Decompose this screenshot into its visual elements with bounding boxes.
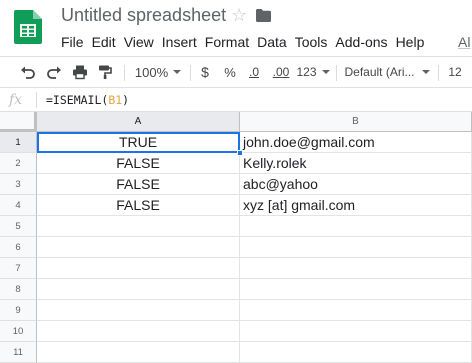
row-header[interactable]: 1	[0, 132, 37, 153]
row-header[interactable]: 9	[0, 300, 37, 321]
cell-b[interactable]	[240, 321, 472, 342]
formula-input[interactable]: =ISEMAIL(B1)	[46, 88, 129, 112]
more-formats-button[interactable]: 123	[296, 57, 330, 87]
cell-b[interactable]	[240, 279, 472, 300]
column-header-b[interactable]: B	[240, 112, 472, 132]
menu-edit[interactable]: Edit	[92, 33, 122, 51]
increase-decimal-label: .00	[272, 65, 290, 79]
print-button[interactable]	[70, 57, 90, 87]
cell-a[interactable]: TRUE	[37, 132, 240, 153]
menu-insert[interactable]: Insert	[162, 33, 203, 51]
select-all-corner[interactable]	[0, 112, 37, 132]
toolbar-separator	[438, 65, 439, 81]
star-icon[interactable]: ☆	[231, 5, 247, 25]
row-header[interactable]: 4	[0, 195, 37, 216]
cell-a[interactable]	[37, 216, 240, 237]
undo-icon	[21, 66, 35, 79]
menu-addons[interactable]: Add-ons	[335, 33, 393, 51]
cell-a[interactable]	[37, 279, 240, 300]
increase-decimal-button[interactable]: .00	[270, 57, 292, 87]
menu-bar: File Edit View Insert Format Data Tools …	[61, 33, 432, 51]
caret-down-icon	[173, 70, 182, 74]
cell-b[interactable]	[240, 342, 472, 363]
print-icon	[73, 65, 87, 80]
menu-file[interactable]: File	[61, 33, 90, 51]
undo-button[interactable]	[18, 57, 38, 87]
cell-a[interactable]: FALSE	[37, 174, 240, 195]
column-header-a[interactable]: A	[37, 112, 240, 132]
decrease-decimal-button[interactable]: .0	[243, 57, 265, 87]
font-family-value: Default (Ari...	[344, 65, 415, 79]
caret-down-icon	[421, 70, 430, 74]
cell-a[interactable]	[37, 321, 240, 342]
formula-bar-separator	[36, 92, 37, 108]
cell-b[interactable]: john.doe@gmail.com	[240, 132, 472, 153]
row-header[interactable]: 7	[0, 258, 37, 279]
percent-format-button[interactable]: %	[222, 57, 238, 87]
caret-down-icon	[321, 70, 330, 74]
font-size-select[interactable]: 12	[446, 57, 464, 87]
formula-cell-reference: B1	[108, 93, 123, 107]
cell-a[interactable]	[37, 342, 240, 363]
menu-view[interactable]: View	[124, 33, 160, 51]
paint-format-button[interactable]	[95, 57, 115, 87]
cell-b[interactable]: xyz [at] gmail.com	[240, 195, 472, 216]
document-title[interactable]: Untitled spreadsheet	[61, 5, 226, 26]
fill-handle[interactable]	[237, 150, 243, 156]
cell-b[interactable]	[240, 258, 472, 279]
paint-format-icon	[99, 65, 112, 79]
cell-a[interactable]	[37, 237, 240, 258]
menu-help[interactable]: Help	[396, 33, 431, 51]
toolbar-separator	[124, 65, 125, 81]
cell-a[interactable]: FALSE	[37, 195, 240, 216]
row-header[interactable]: 8	[0, 279, 37, 300]
row-header[interactable]: 11	[0, 342, 37, 363]
zoom-value: 100%	[134, 64, 169, 80]
sheets-logo-icon[interactable]	[14, 10, 42, 44]
folder-icon[interactable]	[256, 9, 271, 22]
cell-b[interactable]	[240, 216, 472, 237]
menu-tools[interactable]: Tools	[295, 33, 334, 51]
toolbar-separator	[336, 65, 337, 81]
font-family-select[interactable]: Default (Ari...	[344, 57, 430, 87]
cell-a[interactable]: FALSE	[37, 153, 240, 174]
last-edit-link[interactable]: Al	[458, 33, 470, 51]
menu-data[interactable]: Data	[257, 33, 293, 51]
more-formats-label: 123	[296, 65, 317, 79]
zoom-select[interactable]: 100%	[132, 57, 184, 87]
fx-icon: fx	[9, 92, 23, 108]
formula-suffix: )	[122, 93, 130, 107]
row-header[interactable]: 5	[0, 216, 37, 237]
decrease-decimal-label: .0	[248, 65, 259, 79]
redo-button[interactable]	[44, 57, 64, 87]
toolbar: 100% $ % .0 .00 123 Default (Ari... 12	[0, 57, 472, 87]
cell-a[interactable]	[37, 258, 240, 279]
row-header[interactable]: 2	[0, 153, 37, 174]
formula-prefix: =ISEMAIL(	[46, 93, 109, 107]
redo-icon	[47, 66, 61, 79]
cell-b[interactable]: Kelly.rolek	[240, 153, 472, 174]
cell-b[interactable]	[240, 237, 472, 258]
row-header[interactable]: 10	[0, 321, 37, 342]
row-header[interactable]: 6	[0, 237, 37, 258]
cell-a[interactable]	[37, 300, 240, 321]
cell-b[interactable]	[240, 300, 472, 321]
cell-b[interactable]: abc@yahoo	[240, 174, 472, 195]
currency-format-button[interactable]: $	[197, 57, 213, 87]
menu-format[interactable]: Format	[205, 33, 255, 51]
toolbar-separator	[190, 65, 191, 81]
row-header[interactable]: 3	[0, 174, 37, 195]
